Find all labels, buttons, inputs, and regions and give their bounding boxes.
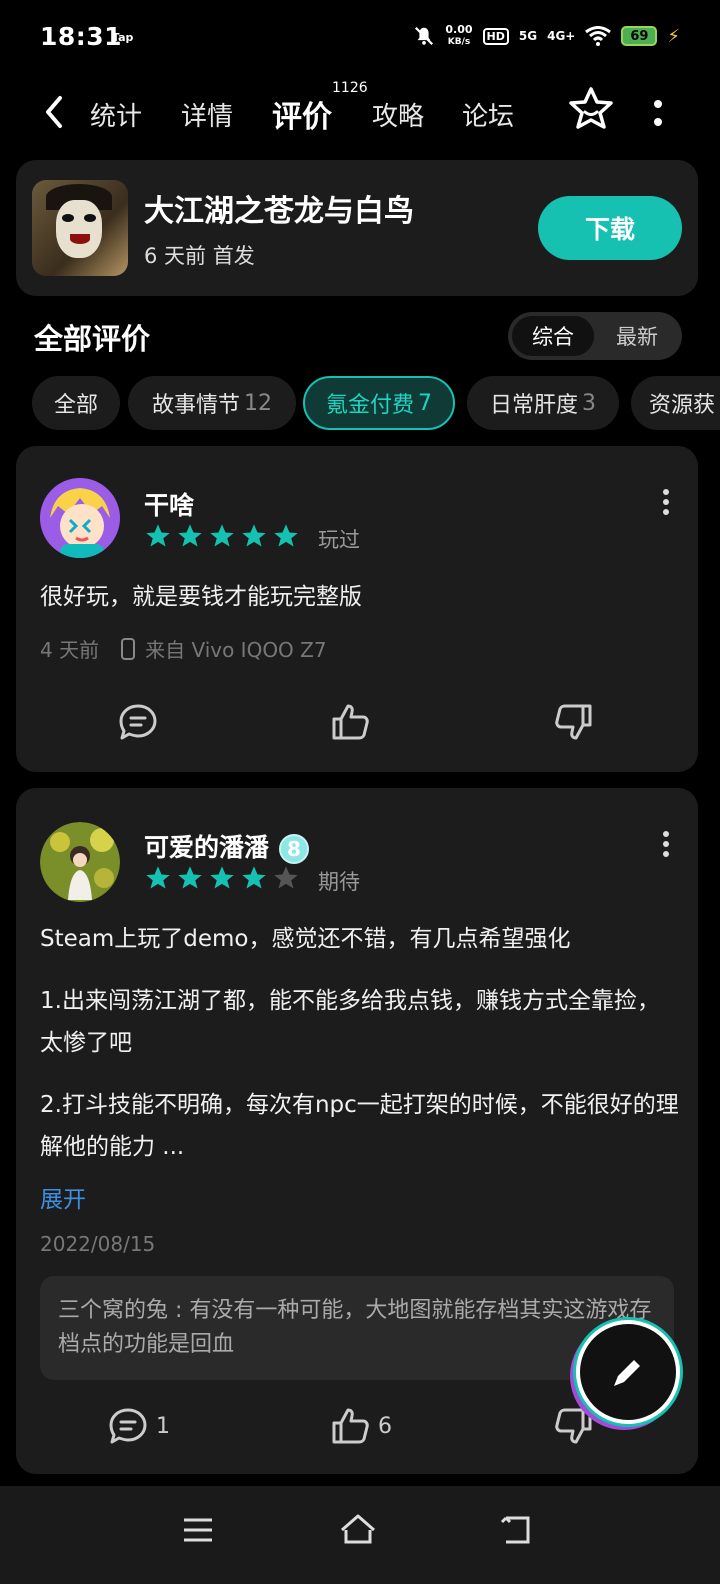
review-paragraph-1: Steam上玩了demo，感觉还不错，有几点希望强化 xyxy=(40,926,571,952)
tab-forum[interactable]: 论坛 xyxy=(462,96,514,133)
star-icon xyxy=(274,524,298,547)
sort-toggle: 综合 最新 xyxy=(508,312,682,360)
tab-reviews[interactable]: 评价 xyxy=(272,92,332,136)
thumbs-up-icon xyxy=(332,704,369,740)
phone-icon xyxy=(121,637,136,660)
comment-button[interactable] xyxy=(116,700,160,744)
mute-icon xyxy=(415,26,434,46)
status-icons: 0.00 KB/s HD 5G 4G+ 69 ⚡ xyxy=(413,24,680,48)
review-device: 来自 Vivo IQOO Z7 xyxy=(145,638,327,662)
play-status: 期待 xyxy=(318,870,360,894)
review-text: 很好玩，就是要钱才能玩完整版 xyxy=(40,584,362,610)
comment-icon xyxy=(109,1408,147,1444)
wifi-icon xyxy=(585,26,612,46)
thumbs-up-icon xyxy=(332,1408,369,1444)
back-icon[interactable] xyxy=(496,1510,536,1550)
tab-details[interactable]: 详情 xyxy=(181,96,233,133)
star-icon xyxy=(210,524,234,547)
avatar[interactable] xyxy=(40,822,120,902)
thumbs-down-icon xyxy=(555,704,592,740)
chip-payment[interactable]: 氪金付费 7 xyxy=(303,376,455,430)
rating-stars xyxy=(144,864,300,892)
review-meta: 4 天前 来自 Vivo IQOO Z7 xyxy=(40,634,327,663)
pencil-icon xyxy=(614,1360,640,1386)
play-status: 玩过 xyxy=(318,528,360,552)
download-button[interactable]: 下载 xyxy=(538,196,682,260)
signal-4g-icon: 4G+ xyxy=(547,29,576,43)
write-review-button[interactable] xyxy=(576,1320,680,1424)
like-button[interactable]: 6 xyxy=(328,1404,392,1448)
star-icon xyxy=(178,524,202,547)
star-icon xyxy=(178,866,202,889)
game-title: 大江湖之苍龙与白鸟 xyxy=(144,194,414,229)
expand-link[interactable]: 展开 xyxy=(40,1180,86,1214)
chip-grind[interactable]: 日常肝度 3 xyxy=(467,376,619,430)
all-reviews-title: 全部评价 xyxy=(34,322,151,356)
comment-count: 1 xyxy=(156,1413,170,1439)
hd-icon: HD xyxy=(482,27,509,45)
review-time: 4 天前 xyxy=(40,638,100,662)
review-paragraph-3: 2.打斗技能不明确，每次有npc一起打架的时候，不能很好的理解他的能力 ... xyxy=(40,1092,679,1160)
top-nav: 统计 详情 评价 1126 攻略 论坛 xyxy=(0,80,720,152)
chip-all[interactable]: 全部 xyxy=(32,376,120,430)
game-header-card[interactable]: 大江湖之苍龙与白鸟 6 天前 首发 下载 xyxy=(16,160,698,296)
like-count: 6 xyxy=(378,1413,392,1439)
star-icon xyxy=(146,524,170,547)
star-icon xyxy=(210,866,234,889)
filter-chips: 全部 故事情节 12 氪金付费 7 日常肝度 3 资源获 xyxy=(32,376,720,432)
favorite-star-icon[interactable] xyxy=(568,86,614,132)
thumbs-down-icon xyxy=(555,1408,592,1444)
avatar[interactable] xyxy=(40,478,120,558)
review-date: 2022/08/15 xyxy=(40,1232,156,1256)
more-menu-icon[interactable] xyxy=(652,98,664,128)
star-icon xyxy=(242,866,266,889)
signal-5g-icon: 5G xyxy=(518,29,538,43)
dislike-button[interactable] xyxy=(552,700,596,744)
review-more-icon[interactable] xyxy=(662,488,670,516)
username[interactable]: 干啥 xyxy=(144,486,194,522)
menu-icon[interactable] xyxy=(178,1510,218,1550)
clock: 18:31 xyxy=(40,22,123,51)
user-level-badge: 8 xyxy=(279,834,310,864)
sort-option-overall[interactable]: 综合 xyxy=(512,316,594,356)
system-nav-bar xyxy=(0,1486,720,1584)
chip-story[interactable]: 故事情节 12 xyxy=(128,376,296,430)
reply-user: 三个窝的兔 xyxy=(58,1298,169,1323)
net-speed: 0.00 KB/s xyxy=(445,23,473,48)
status-bar: 18:31 Tap 0.00 KB/s HD 5G 4G+ 69 ⚡ xyxy=(0,0,720,76)
review-paragraph-2: 1.出来闯荡江湖了都，能不能多给我点钱，赚钱方式全靠捡，太惨了吧 xyxy=(40,988,660,1056)
battery-icon: 69 xyxy=(621,26,658,46)
charging-icon: ⚡ xyxy=(667,25,680,47)
dislike-button[interactable] xyxy=(552,1404,596,1448)
home-icon[interactable] xyxy=(338,1510,378,1550)
tab-stats[interactable]: 统计 xyxy=(90,96,142,133)
review-more-icon[interactable] xyxy=(662,830,670,858)
username[interactable]: 可爱的潘潘 xyxy=(144,833,269,862)
comment-icon xyxy=(119,704,157,740)
review-actions xyxy=(16,700,698,750)
chip-resources[interactable]: 资源获 xyxy=(631,376,720,430)
game-release-info: 6 天前 首发 xyxy=(144,244,255,268)
review-count-badge: 1126 xyxy=(332,80,368,96)
rating-stars xyxy=(144,522,300,550)
star-icon xyxy=(242,524,266,547)
sort-option-latest[interactable]: 最新 xyxy=(596,316,678,356)
tab-guides[interactable]: 攻略 xyxy=(372,96,424,133)
star-icon xyxy=(146,866,170,889)
back-arrow-icon[interactable] xyxy=(38,92,72,132)
username-row: 可爱的潘潘 8 xyxy=(144,828,310,864)
review-card[interactable]: 干啥 玩过 很好玩，就是要钱才能玩完整版 4 天前 来自 Vivo IQOO Z… xyxy=(16,446,698,772)
star-empty-icon xyxy=(274,866,298,889)
like-button[interactable] xyxy=(328,700,372,744)
game-cover-image[interactable] xyxy=(32,180,128,276)
tap-indicator: Tap xyxy=(112,31,134,44)
comment-button[interactable]: 1 xyxy=(106,1404,170,1448)
